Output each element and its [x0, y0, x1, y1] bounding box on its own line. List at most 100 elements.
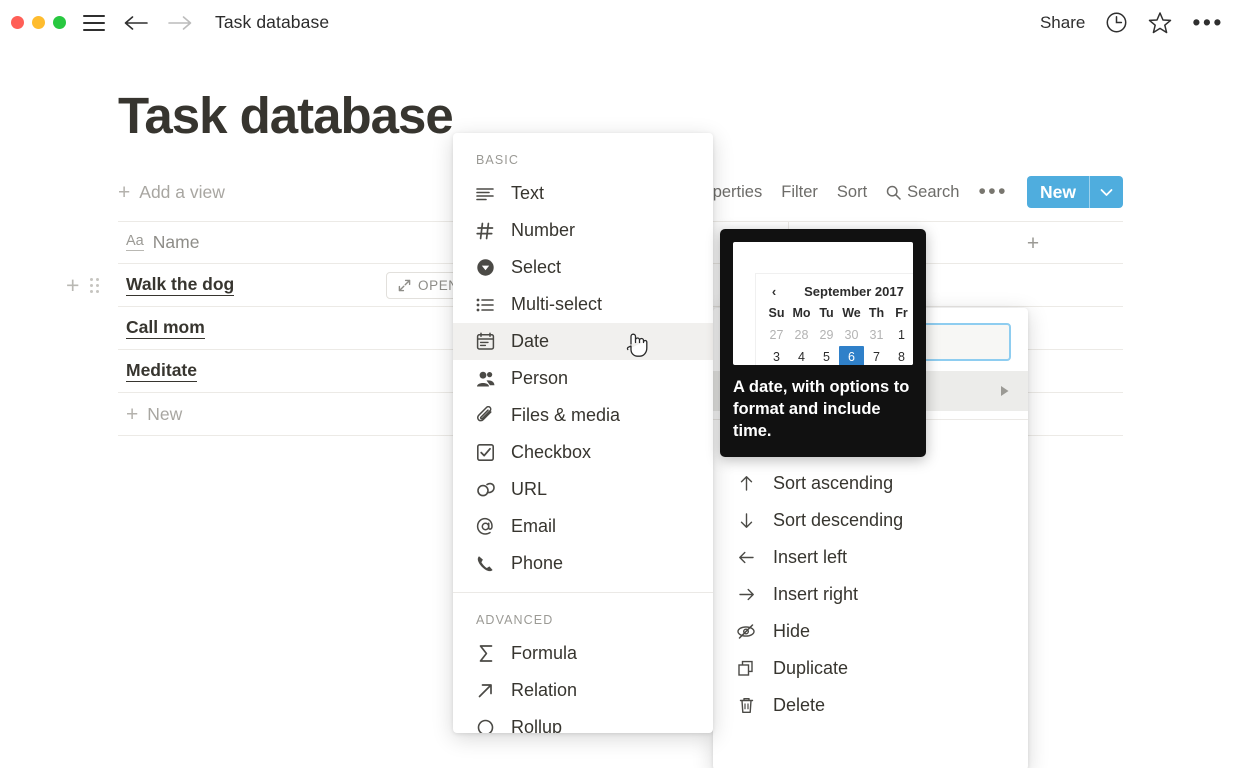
menu-item-duplicate[interactable]: Duplicate	[713, 650, 1028, 687]
close-window-button[interactable]	[11, 16, 24, 29]
calendar-day[interactable]: 7	[864, 346, 889, 365]
menu-item-number[interactable]: Number	[453, 212, 713, 249]
menu-item-label: Rollup	[511, 717, 562, 733]
phone-icon	[476, 554, 495, 573]
toolbar-search-label: Search	[907, 183, 959, 202]
menu-group-label-basic: BASIC	[453, 133, 713, 175]
calendar-day[interactable]: 29	[814, 324, 839, 346]
menu-group-label-advanced: ADVANCED	[453, 593, 713, 635]
menu-item-relation[interactable]: Relation	[453, 672, 713, 709]
duplicate-icon	[736, 659, 756, 678]
calendar-day[interactable]: 30	[839, 324, 864, 346]
new-row-button[interactable]: + New	[118, 404, 182, 425]
menu-item-files-media[interactable]: Files & media	[453, 397, 713, 434]
clock-history-icon[interactable]	[1105, 11, 1128, 34]
row-title: Call mom	[126, 317, 205, 338]
text-lines-icon	[476, 186, 495, 202]
menu-item-formula[interactable]: Formula	[453, 635, 713, 672]
calendar-day[interactable]: 1	[889, 324, 913, 346]
menu-item-person[interactable]: Person	[453, 360, 713, 397]
toolbar-search-button[interactable]: Search	[886, 183, 959, 202]
toolbar-filter-button[interactable]: Filter	[781, 183, 818, 202]
more-options-icon[interactable]: •••	[1192, 16, 1224, 30]
plus-icon: +	[126, 404, 138, 425]
chevron-down-icon[interactable]	[1090, 176, 1123, 208]
add-row-icon[interactable]: +	[66, 274, 79, 297]
hamburger-menu-icon[interactable]	[83, 15, 105, 31]
menu-item-label: Text	[511, 183, 544, 204]
menu-item-multi-select[interactable]: Multi-select	[453, 286, 713, 323]
toolbar-sort-button[interactable]: Sort	[837, 183, 867, 202]
menu-item-sort-descending[interactable]: Sort descending	[713, 502, 1028, 539]
trash-icon	[736, 696, 756, 715]
window-controls	[11, 16, 66, 29]
menu-item-label: Number	[511, 220, 575, 241]
drag-handle-icon[interactable]	[90, 278, 99, 293]
rollup-circle-icon	[476, 718, 495, 733]
menu-item-insert-right[interactable]: Insert right	[713, 576, 1028, 613]
menu-item-label: Delete	[773, 695, 825, 716]
menu-item-label: Email	[511, 516, 556, 537]
table-cell-name[interactable]: Call mom	[118, 317, 458, 338]
menu-item-select[interactable]: Select	[453, 249, 713, 286]
add-view-button[interactable]: + Add a view	[118, 182, 225, 203]
calendar-day[interactable]: 8	[889, 346, 913, 365]
calendar-day[interactable]: 31	[864, 324, 889, 346]
calendar-week-row: 27 28 29 30 31 1 2	[756, 324, 913, 346]
back-arrow-icon[interactable]	[123, 14, 150, 32]
menu-item-label: Date	[511, 331, 549, 352]
row-gutter: +	[66, 264, 99, 307]
calendar-icon	[476, 332, 495, 351]
calendar-day[interactable]: 27	[764, 324, 789, 346]
arrow-up-icon	[736, 474, 756, 493]
star-icon[interactable]	[1148, 11, 1172, 34]
menu-item-label: Person	[511, 368, 568, 389]
calendar-day[interactable]: 3	[764, 346, 789, 365]
calendar-day[interactable]: 4	[789, 346, 814, 365]
menu-item-label: Multi-select	[511, 294, 602, 315]
menu-item-delete[interactable]: Delete	[713, 687, 1028, 724]
eye-off-icon	[736, 622, 756, 641]
calendar-dow: Fr	[889, 302, 913, 324]
menu-item-label: URL	[511, 479, 547, 500]
calendar-dow: Su	[764, 302, 789, 324]
menu-item-label: Checkbox	[511, 442, 591, 463]
calendar-prev-month-icon[interactable]: ‹	[764, 284, 784, 299]
menu-item-checkbox[interactable]: Checkbox	[453, 434, 713, 471]
calendar-day-selected[interactable]: 6	[839, 346, 864, 365]
add-column-button[interactable]: +	[1008, 222, 1058, 265]
menu-item-url[interactable]: URL	[453, 471, 713, 508]
share-button[interactable]: Share	[1040, 13, 1085, 33]
toolbar-more-icon[interactable]: •••	[978, 186, 1008, 199]
minimize-window-button[interactable]	[32, 16, 45, 29]
new-button[interactable]: New	[1027, 176, 1123, 208]
calendar-dow: We	[839, 302, 864, 324]
maximize-window-button[interactable]	[53, 16, 66, 29]
menu-item-email[interactable]: Email	[453, 508, 713, 545]
menu-item-label: Hide	[773, 621, 810, 642]
expand-icon	[398, 279, 411, 292]
calendar-day[interactable]: 28	[789, 324, 814, 346]
hash-icon	[476, 222, 495, 240]
column-header-name[interactable]: Aa Name	[118, 232, 458, 253]
calendar-preview: ‹ September 2017 Su Mo Tu We Th Fr Sa 27	[756, 274, 913, 365]
calendar-day[interactable]: 5	[814, 346, 839, 365]
calendar-dow: Tu	[814, 302, 839, 324]
menu-item-rollup[interactable]: Rollup	[453, 709, 713, 733]
date-type-tooltip: ‹ September 2017 Su Mo Tu We Th Fr Sa 27	[720, 229, 926, 457]
menu-item-label: Select	[511, 257, 561, 278]
forward-arrow-icon[interactable]	[166, 14, 193, 32]
menu-item-date[interactable]: Date	[453, 323, 713, 360]
new-row-label: New	[147, 404, 182, 425]
chevron-right-icon	[999, 384, 1011, 398]
menu-item-phone[interactable]: Phone	[453, 545, 713, 582]
sigma-icon	[476, 644, 495, 663]
menu-item-sort-ascending[interactable]: Sort ascending	[713, 465, 1028, 502]
paperclip-icon	[476, 406, 495, 425]
table-cell-name[interactable]: Meditate	[118, 360, 458, 381]
menu-item-label: Relation	[511, 680, 577, 701]
menu-item-insert-left[interactable]: Insert left	[713, 539, 1028, 576]
menu-item-hide[interactable]: Hide	[713, 613, 1028, 650]
menu-item-text[interactable]: Text	[453, 175, 713, 212]
view-toolbar: Properties Filter Sort Search ••• New	[687, 176, 1123, 208]
